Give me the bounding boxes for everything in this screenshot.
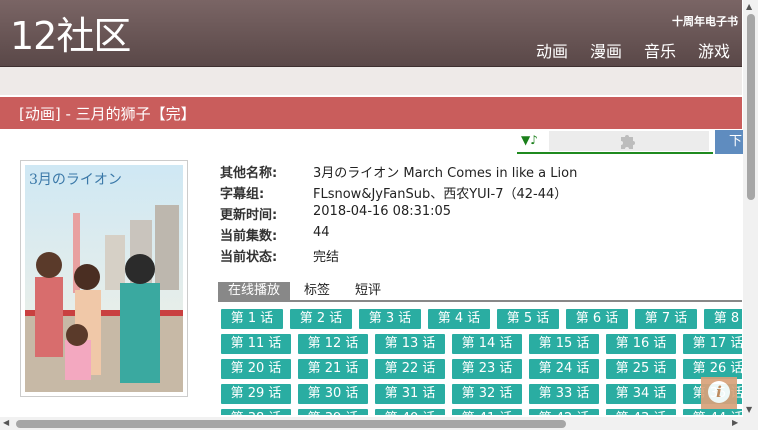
info-button[interactable]: i bbox=[701, 377, 737, 409]
episode-button[interactable]: 第 39 话 bbox=[298, 409, 368, 415]
episode-button[interactable]: 第 17 话 bbox=[683, 334, 742, 354]
cover-image: 3月のライオン bbox=[20, 160, 188, 397]
episode-button[interactable]: 第 6 话 bbox=[566, 309, 628, 329]
vertical-scroll-thumb[interactable] bbox=[747, 14, 755, 200]
info-label: 更新时间: bbox=[220, 208, 278, 223]
info-value: 3月のライオン March Comes in like a Lion bbox=[313, 166, 578, 181]
main-nav: 动画 漫画 音乐 游戏 bbox=[536, 38, 730, 62]
info-row-alias: 其他名称: 3月のライオン March Comes in like a Lion bbox=[220, 162, 577, 183]
info-value: FLsnow&JyFanSub、西农YUI-7（42-44） bbox=[313, 187, 568, 202]
sub-bar bbox=[0, 67, 742, 95]
tab-tags[interactable]: 标签 bbox=[304, 282, 330, 300]
episode-button[interactable]: 第 44 话 bbox=[683, 409, 742, 415]
music-note-icon: ▼♪ bbox=[521, 133, 538, 147]
scroll-up-icon[interactable]: ▲ bbox=[746, 2, 752, 11]
episode-button[interactable]: 第 8 话 bbox=[704, 309, 742, 329]
episode-button[interactable]: 第 30 话 bbox=[298, 384, 368, 404]
episode-button[interactable]: 第 25 话 bbox=[606, 359, 676, 379]
episode-button[interactable]: 第 42 话 bbox=[529, 409, 599, 415]
info-row-subgroup: 字幕组: FLsnow&JyFanSub、西农YUI-7（42-44） bbox=[220, 183, 577, 204]
info-value: 44 bbox=[313, 225, 330, 240]
episode-button[interactable]: 第 38 话 bbox=[221, 409, 291, 415]
audio-player[interactable]: ▼♪ bbox=[517, 130, 713, 154]
horizontal-scrollbar[interactable]: ◀ ▶ bbox=[0, 417, 743, 430]
episode-button[interactable]: 第 32 话 bbox=[452, 384, 522, 404]
episode-button[interactable]: 第 2 话 bbox=[290, 309, 352, 329]
cover-illustration bbox=[25, 165, 183, 392]
puzzle-icon bbox=[621, 135, 635, 149]
episode-button[interactable]: 第 23 话 bbox=[452, 359, 522, 379]
vertical-scrollbar[interactable]: ▲ ▼ bbox=[743, 0, 758, 417]
tab-online-play[interactable]: 在线播放 bbox=[218, 282, 291, 300]
episode-button[interactable]: 第 12 话 bbox=[298, 334, 368, 354]
episode-button[interactable]: 第 41 话 bbox=[452, 409, 522, 415]
cover-title: 3月のライオン bbox=[29, 172, 122, 188]
episode-button[interactable]: 第 29 话 bbox=[221, 384, 291, 404]
scroll-down-icon[interactable]: ▼ bbox=[746, 405, 752, 414]
horizontal-scroll-thumb[interactable] bbox=[16, 420, 566, 428]
episode-button[interactable]: 第 3 话 bbox=[359, 309, 421, 329]
episode-button[interactable]: 第 20 话 bbox=[221, 359, 291, 379]
info-label: 当前状态: bbox=[220, 250, 278, 265]
episode-button[interactable]: 第 1 话 bbox=[221, 309, 283, 329]
info-label: 字幕组: bbox=[220, 187, 265, 202]
episode-button[interactable]: 第 11 话 bbox=[221, 334, 291, 354]
episode-button[interactable]: 第 31 话 bbox=[375, 384, 445, 404]
site-header: 12社区 十周年电子书 动画 漫画 音乐 游戏 bbox=[0, 0, 742, 67]
episode-button[interactable]: 第 24 话 bbox=[529, 359, 599, 379]
tagline-link[interactable]: 十周年电子书 bbox=[672, 13, 738, 29]
scroll-right-icon[interactable]: ▶ bbox=[732, 418, 738, 427]
episode-button[interactable]: 第 22 话 bbox=[375, 359, 445, 379]
episode-button[interactable]: 第 15 话 bbox=[529, 334, 599, 354]
info-value: 2018-04-16 08:31:05 bbox=[313, 204, 452, 219]
title-bar: [动画] - 三月的狮子【完】 bbox=[0, 97, 742, 129]
info-row-updated: 更新时间: 2018-04-16 08:31:05 bbox=[220, 204, 577, 225]
episode-button[interactable]: 第 16 话 bbox=[606, 334, 676, 354]
plugin-placeholder[interactable] bbox=[549, 131, 709, 151]
info-value: 完结 bbox=[313, 250, 340, 265]
episode-button[interactable]: 第 14 话 bbox=[452, 334, 522, 354]
info-panel: 其他名称: 3月のライオン March Comes in like a Lion… bbox=[220, 162, 577, 267]
info-label: 当前集数: bbox=[220, 229, 278, 244]
episode-button[interactable]: 第 26 话 bbox=[683, 359, 742, 379]
info-icon: i bbox=[708, 381, 730, 403]
episode-button[interactable]: 第 4 话 bbox=[428, 309, 490, 329]
info-label: 其他名称: bbox=[220, 166, 278, 181]
episode-button[interactable]: 第 5 话 bbox=[497, 309, 559, 329]
episode-button[interactable]: 第 21 话 bbox=[298, 359, 368, 379]
episode-button[interactable]: 第 34 话 bbox=[606, 384, 676, 404]
nav-item-games[interactable]: 游戏 bbox=[698, 38, 730, 62]
content-tabs: 在线播放 标签 短评 bbox=[218, 281, 742, 302]
nav-item-music[interactable]: 音乐 bbox=[644, 38, 676, 62]
episode-button[interactable]: 第 7 话 bbox=[635, 309, 697, 329]
info-row-status: 当前状态: 完结 bbox=[220, 246, 577, 267]
episode-button[interactable]: 第 43 话 bbox=[606, 409, 676, 415]
scroll-left-icon[interactable]: ◀ bbox=[3, 418, 9, 427]
nav-item-manga[interactable]: 漫画 bbox=[590, 38, 622, 62]
scrollbar-corner bbox=[743, 417, 758, 430]
episode-button[interactable]: 第 33 话 bbox=[529, 384, 599, 404]
tab-reviews[interactable]: 短评 bbox=[355, 282, 381, 300]
episode-button[interactable]: 第 40 话 bbox=[375, 409, 445, 415]
page-title: [动画] - 三月的狮子【完】 bbox=[19, 105, 196, 123]
episode-list: 第 1 话第 2 话第 3 话第 4 话第 5 话第 6 话第 7 话第 8 话… bbox=[221, 309, 742, 415]
info-row-episodes: 当前集数: 44 bbox=[220, 225, 577, 246]
nav-item-anime[interactable]: 动画 bbox=[536, 38, 568, 62]
episode-button[interactable]: 第 13 话 bbox=[375, 334, 445, 354]
site-logo[interactable]: 12社区 bbox=[10, 14, 131, 58]
